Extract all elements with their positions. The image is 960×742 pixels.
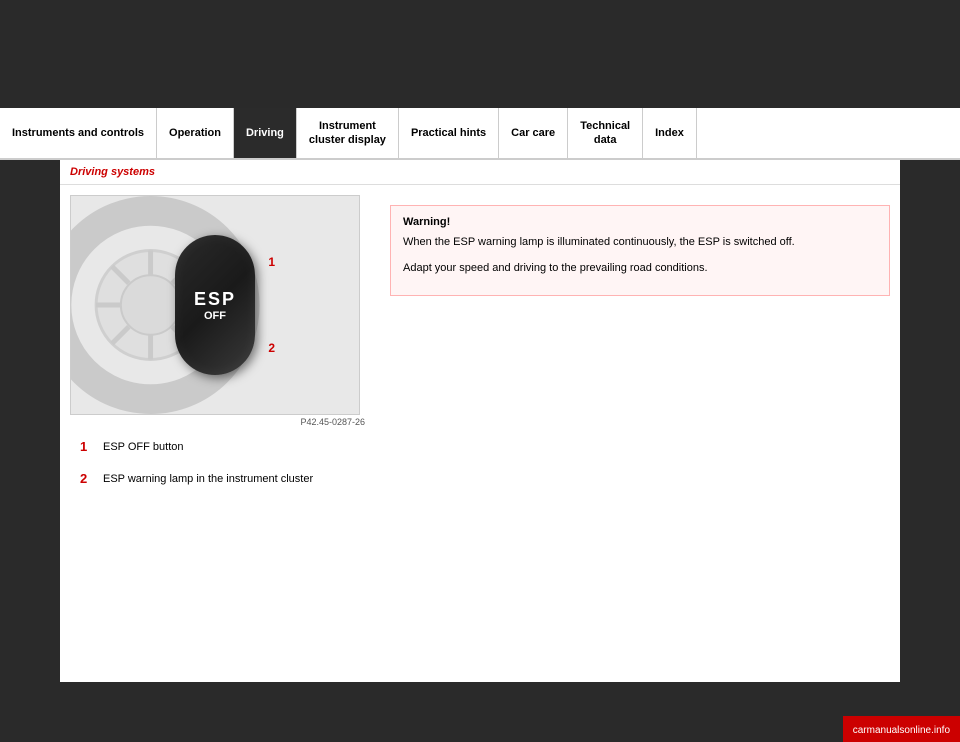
nav-label-instruments: Instruments and controls xyxy=(12,126,144,140)
nav-bar: Instruments and controls Operation Drivi… xyxy=(0,108,960,160)
item-text-1: ESP OFF button xyxy=(103,439,184,456)
image-caption: P42.45-0287-26 xyxy=(70,415,370,429)
page-container: Instruments and controls Operation Drivi… xyxy=(0,0,960,742)
item-desc-1: 1 ESP OFF button xyxy=(80,439,360,456)
nav-item-car-care[interactable]: Car care xyxy=(499,108,568,158)
nav-label-operation: Operation xyxy=(169,126,221,140)
nav-item-driving[interactable]: Driving xyxy=(234,108,297,158)
esp-image-container: ESP OFF 1 2 xyxy=(70,195,360,415)
nav-label-instrument-cluster: Instrumentcluster display xyxy=(309,119,386,148)
nav-item-practical-hints[interactable]: Practical hints xyxy=(399,108,499,158)
warning-text: When the ESP warning lamp is illuminated… xyxy=(403,234,877,277)
item-text-2: ESP warning lamp in the instrument clust… xyxy=(103,471,313,488)
nav-item-index[interactable]: Index xyxy=(643,108,697,158)
image-section: ESP OFF 1 2 P42.45-0287-26 1 ESP OFF but… xyxy=(70,195,370,512)
esp-off-text: OFF xyxy=(204,310,226,322)
nav-item-instruments[interactable]: Instruments and controls xyxy=(0,108,157,158)
warning-line1: When the ESP warning lamp is illuminated… xyxy=(403,234,877,252)
main-content: ESP OFF 1 2 P42.45-0287-26 1 ESP OFF but… xyxy=(60,185,900,522)
item-number-1: 1 xyxy=(80,439,95,454)
nav-item-technical-data[interactable]: Technicaldata xyxy=(568,108,643,158)
warning-section: Warning! When the ESP warning lamp is il… xyxy=(390,195,890,512)
nav-label-practical-hints: Practical hints xyxy=(411,126,486,140)
nav-item-instrument-cluster[interactable]: Instrumentcluster display xyxy=(297,108,399,158)
number-label-1: 1 xyxy=(268,255,275,269)
nav-label-index: Index xyxy=(655,126,684,140)
esp-button-wrapper: ESP OFF 1 2 xyxy=(175,235,255,375)
warning-title: Warning! xyxy=(403,216,877,228)
item-desc-2: 2 ESP warning lamp in the instrument clu… xyxy=(80,471,360,488)
nav-item-operation[interactable]: Operation xyxy=(157,108,234,158)
esp-button-visual: ESP OFF 1 2 xyxy=(175,235,255,375)
warning-line2: Adapt your speed and driving to the prev… xyxy=(403,260,877,278)
bottom-watermark: carmanualsonline.info xyxy=(843,716,960,742)
watermark-text: carmanualsonline.info xyxy=(853,725,950,736)
nav-label-driving: Driving xyxy=(246,126,284,140)
nav-label-technical-data: Technicaldata xyxy=(580,119,630,148)
esp-button-text: ESP xyxy=(194,289,236,310)
warning-box: Warning! When the ESP warning lamp is il… xyxy=(390,205,890,296)
section-title: Driving systems xyxy=(60,160,900,185)
nav-label-car-care: Car care xyxy=(511,126,555,140)
content-area: Driving systems xyxy=(60,160,900,682)
item-descriptions: 1 ESP OFF button 2 ESP warning lamp in t… xyxy=(70,429,370,512)
item-number-2: 2 xyxy=(80,471,95,486)
number-label-2: 2 xyxy=(268,341,275,355)
